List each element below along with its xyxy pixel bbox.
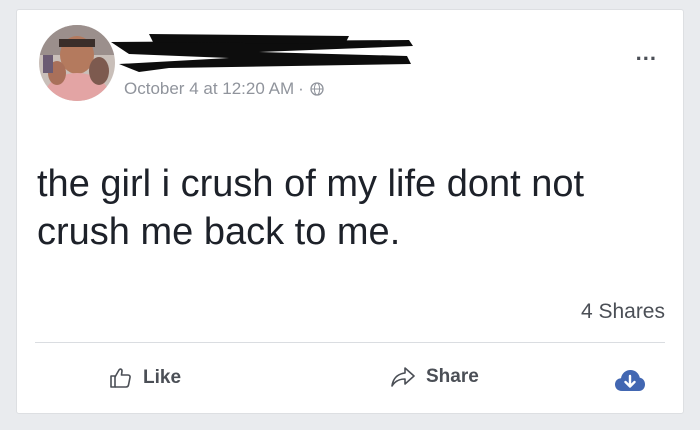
more-options-button[interactable]: ... (636, 42, 657, 64)
cloud-download-icon[interactable] (613, 364, 647, 398)
shares-count[interactable]: 4 Shares (581, 300, 665, 324)
post-card: October 4 at 12:20 AM · ... the girl i cr… (16, 9, 684, 414)
thumbs-up-icon (110, 368, 131, 388)
share-arrow-icon (391, 367, 415, 387)
like-label: Like (143, 367, 182, 388)
divider (35, 342, 665, 343)
redacted-author-name (111, 34, 413, 72)
post-timestamp[interactable]: October 4 at 12:20 AM (124, 79, 294, 98)
like-button[interactable]: Like (109, 366, 181, 390)
avatar[interactable] (39, 25, 115, 101)
profile-photo (39, 25, 115, 101)
post-meta: October 4 at 12:20 AM · (124, 79, 324, 99)
share-button[interactable]: Share (390, 366, 479, 388)
globe-icon[interactable] (310, 82, 324, 96)
post-text: the girl i crush of my life dont not cru… (37, 163, 585, 253)
share-label: Share (426, 366, 479, 387)
meta-separator: · (298, 79, 304, 98)
